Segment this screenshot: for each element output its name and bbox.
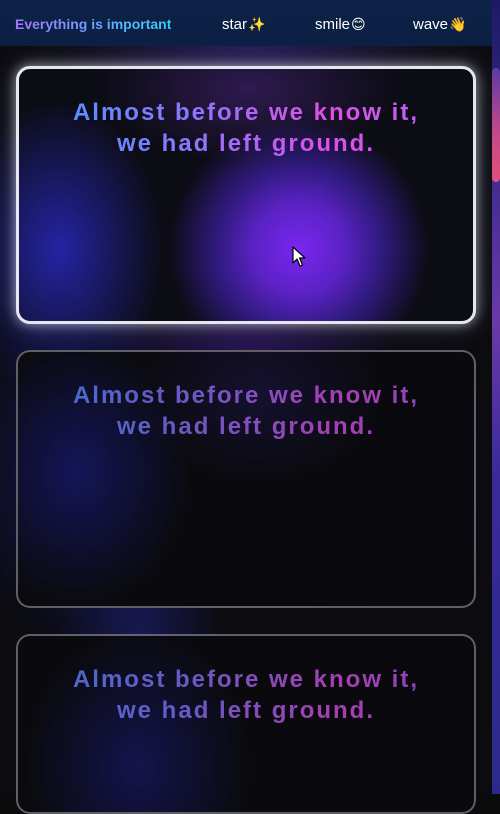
smiling-face-icon: 😊 xyxy=(351,16,366,32)
sparkles-icon: ✨ xyxy=(248,16,266,32)
quote-line-2: we had left ground. xyxy=(117,697,375,724)
quote-line-1: Almost before we know it, xyxy=(72,666,420,693)
brand-title[interactable]: Everything is important xyxy=(15,15,171,33)
quote-line-1: Almost before we know it, xyxy=(72,382,420,409)
quote-line-2: we had left ground. xyxy=(117,130,375,157)
quote-text: Almost before we know it, we had left gr… xyxy=(19,97,473,159)
quote-line-1: Almost before we know it, xyxy=(72,99,420,126)
quote-card[interactable]: Almost before we know it, we had left gr… xyxy=(16,634,476,814)
quote-text: Almost before we know it, we had left gr… xyxy=(18,380,474,442)
vertical-scrollbar[interactable] xyxy=(492,0,500,794)
nav-link-smile[interactable]: smile😊 xyxy=(315,14,366,35)
nav-link-smile-label: smile xyxy=(315,16,351,33)
scrollbar-thumb[interactable] xyxy=(492,68,500,182)
mouse-cursor-icon xyxy=(292,246,306,267)
top-navbar: Everything is important star✨ smile😊 wav… xyxy=(0,0,492,46)
waving-hand-icon: 👋 xyxy=(449,16,467,32)
nav-link-wave[interactable]: wave👋 xyxy=(413,14,466,35)
quote-text: Almost before we know it, we had left gr… xyxy=(18,664,474,726)
nav-link-star-label: star xyxy=(222,16,248,33)
nav-link-star[interactable]: star✨ xyxy=(222,14,265,35)
quote-line-2: we had left ground. xyxy=(117,413,375,440)
nav-link-wave-label: wave xyxy=(413,16,449,33)
quote-card[interactable]: Almost before we know it, we had left gr… xyxy=(16,66,476,324)
quote-card[interactable]: Almost before we know it, we had left gr… xyxy=(16,350,476,608)
